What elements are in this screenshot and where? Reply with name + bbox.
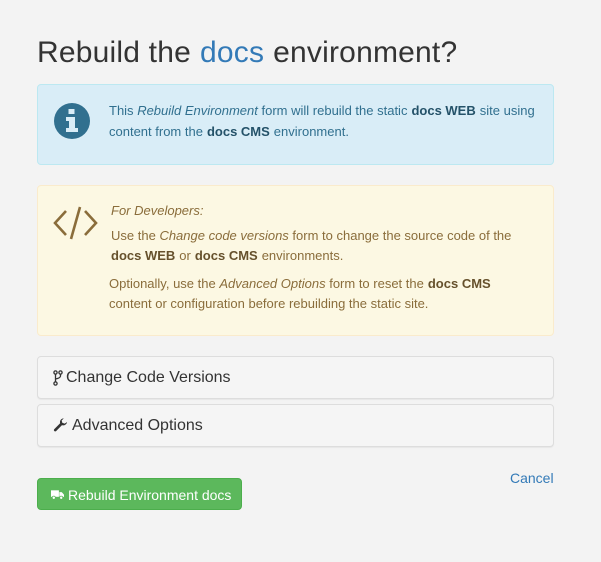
dev-p2-form: Advanced Options xyxy=(219,276,326,291)
info-circle-icon xyxy=(54,103,90,139)
dev-p2-cms: docs CMS xyxy=(427,276,491,291)
info-text-4: environment. xyxy=(273,124,349,139)
dev-p1-a: Use the xyxy=(111,228,156,243)
info-form-name: Rebuild Environment xyxy=(137,103,258,118)
truck-icon xyxy=(51,490,64,500)
developer-alert: For Developers: Use the Change code vers… xyxy=(37,185,554,336)
info-cms-env: docs CMS xyxy=(206,124,270,139)
developer-paragraph-1: Use the Change code versions form to cha… xyxy=(111,226,541,266)
advanced-options-panel[interactable]: Advanced Options xyxy=(37,404,554,447)
dev-p2-c: content or configuration before rebuildi… xyxy=(109,296,429,311)
dev-p1-b: form to change the source code of the xyxy=(292,228,512,243)
page-title: Rebuild the docs environment? xyxy=(37,36,457,70)
wrench-icon xyxy=(53,418,68,432)
dev-p1-c: environments. xyxy=(261,248,344,263)
code-icon xyxy=(53,206,98,240)
dev-p1-or: or xyxy=(179,248,191,263)
title-suffix: environment? xyxy=(273,36,458,69)
advanced-options-label[interactable]: Advanced Options xyxy=(72,416,203,436)
title-prefix: Rebuild the xyxy=(37,36,191,69)
dev-p1-cms: docs CMS xyxy=(194,248,258,263)
developer-paragraph-2: Optionally, use the Advanced Options for… xyxy=(109,274,539,314)
rebuild-environment-button[interactable]: Rebuild Environment docs xyxy=(37,478,242,510)
info-web-env: docs WEB xyxy=(411,103,476,118)
change-code-versions-label[interactable]: Change Code Versions xyxy=(66,368,231,388)
code-fork-icon xyxy=(53,370,63,386)
rebuild-button-label[interactable]: Rebuild Environment docs xyxy=(68,486,231,504)
info-text-2: form will rebuild the static xyxy=(261,103,408,118)
cancel-link[interactable]: Cancel xyxy=(510,469,554,487)
dev-p2-a: Optionally, use the xyxy=(109,276,216,291)
developer-heading: For Developers: xyxy=(111,203,204,218)
dev-p1-web: docs WEB xyxy=(111,248,176,263)
dev-p1-form: Change code versions xyxy=(159,228,289,243)
title-env-name: docs xyxy=(199,36,265,69)
change-code-versions-panel[interactable]: Change Code Versions xyxy=(37,356,554,399)
info-alert: This Rebuild Environment form will rebui… xyxy=(37,84,554,165)
info-text: This Rebuild Environment form will rebui… xyxy=(109,100,539,142)
info-text-1: This xyxy=(109,103,134,118)
dev-p2-b: form to reset the xyxy=(329,276,424,291)
